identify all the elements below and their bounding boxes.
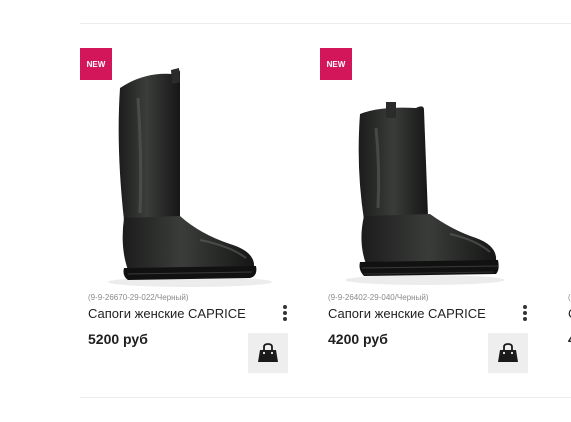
product-price: 4200 руб: [328, 331, 388, 347]
new-badge: NEW: [320, 48, 352, 80]
product-card[interactable]: NEW: [320, 48, 530, 378]
product-name[interactable]: Сапоги женские CAPRICE: [328, 306, 486, 321]
product-card[interactable]: NEW: [80, 48, 290, 378]
tall-boot-image: [108, 68, 272, 287]
product-sku: (: [568, 293, 571, 302]
add-to-cart-button[interactable]: [488, 333, 528, 373]
product-image[interactable]: [80, 48, 290, 288]
new-badge: NEW: [80, 48, 112, 80]
shopping-bag-icon: [498, 343, 518, 362]
shopping-bag-icon: [258, 343, 278, 362]
product-image[interactable]: [320, 48, 530, 288]
vertical-dots-icon[interactable]: [282, 304, 288, 322]
mid-boot-image: [345, 102, 505, 285]
add-to-cart-button[interactable]: [248, 333, 288, 373]
product-price: 5200 руб: [88, 331, 148, 347]
product-sku: (9-9-26402-29-040/Черный): [328, 293, 429, 302]
product-sku: (9-9-26670-29-022/Черный): [88, 293, 189, 302]
bottom-divider: [80, 397, 571, 398]
product-card[interactable]: ( С 4: [560, 48, 571, 378]
product-name[interactable]: Сапоги женские CAPRICE: [88, 306, 246, 321]
product-grid-page: NEW (9-9-26670-29-022/Черный) Сапоги жен…: [0, 0, 571, 422]
vertical-dots-icon[interactable]: [522, 304, 528, 322]
top-divider: [80, 23, 571, 24]
